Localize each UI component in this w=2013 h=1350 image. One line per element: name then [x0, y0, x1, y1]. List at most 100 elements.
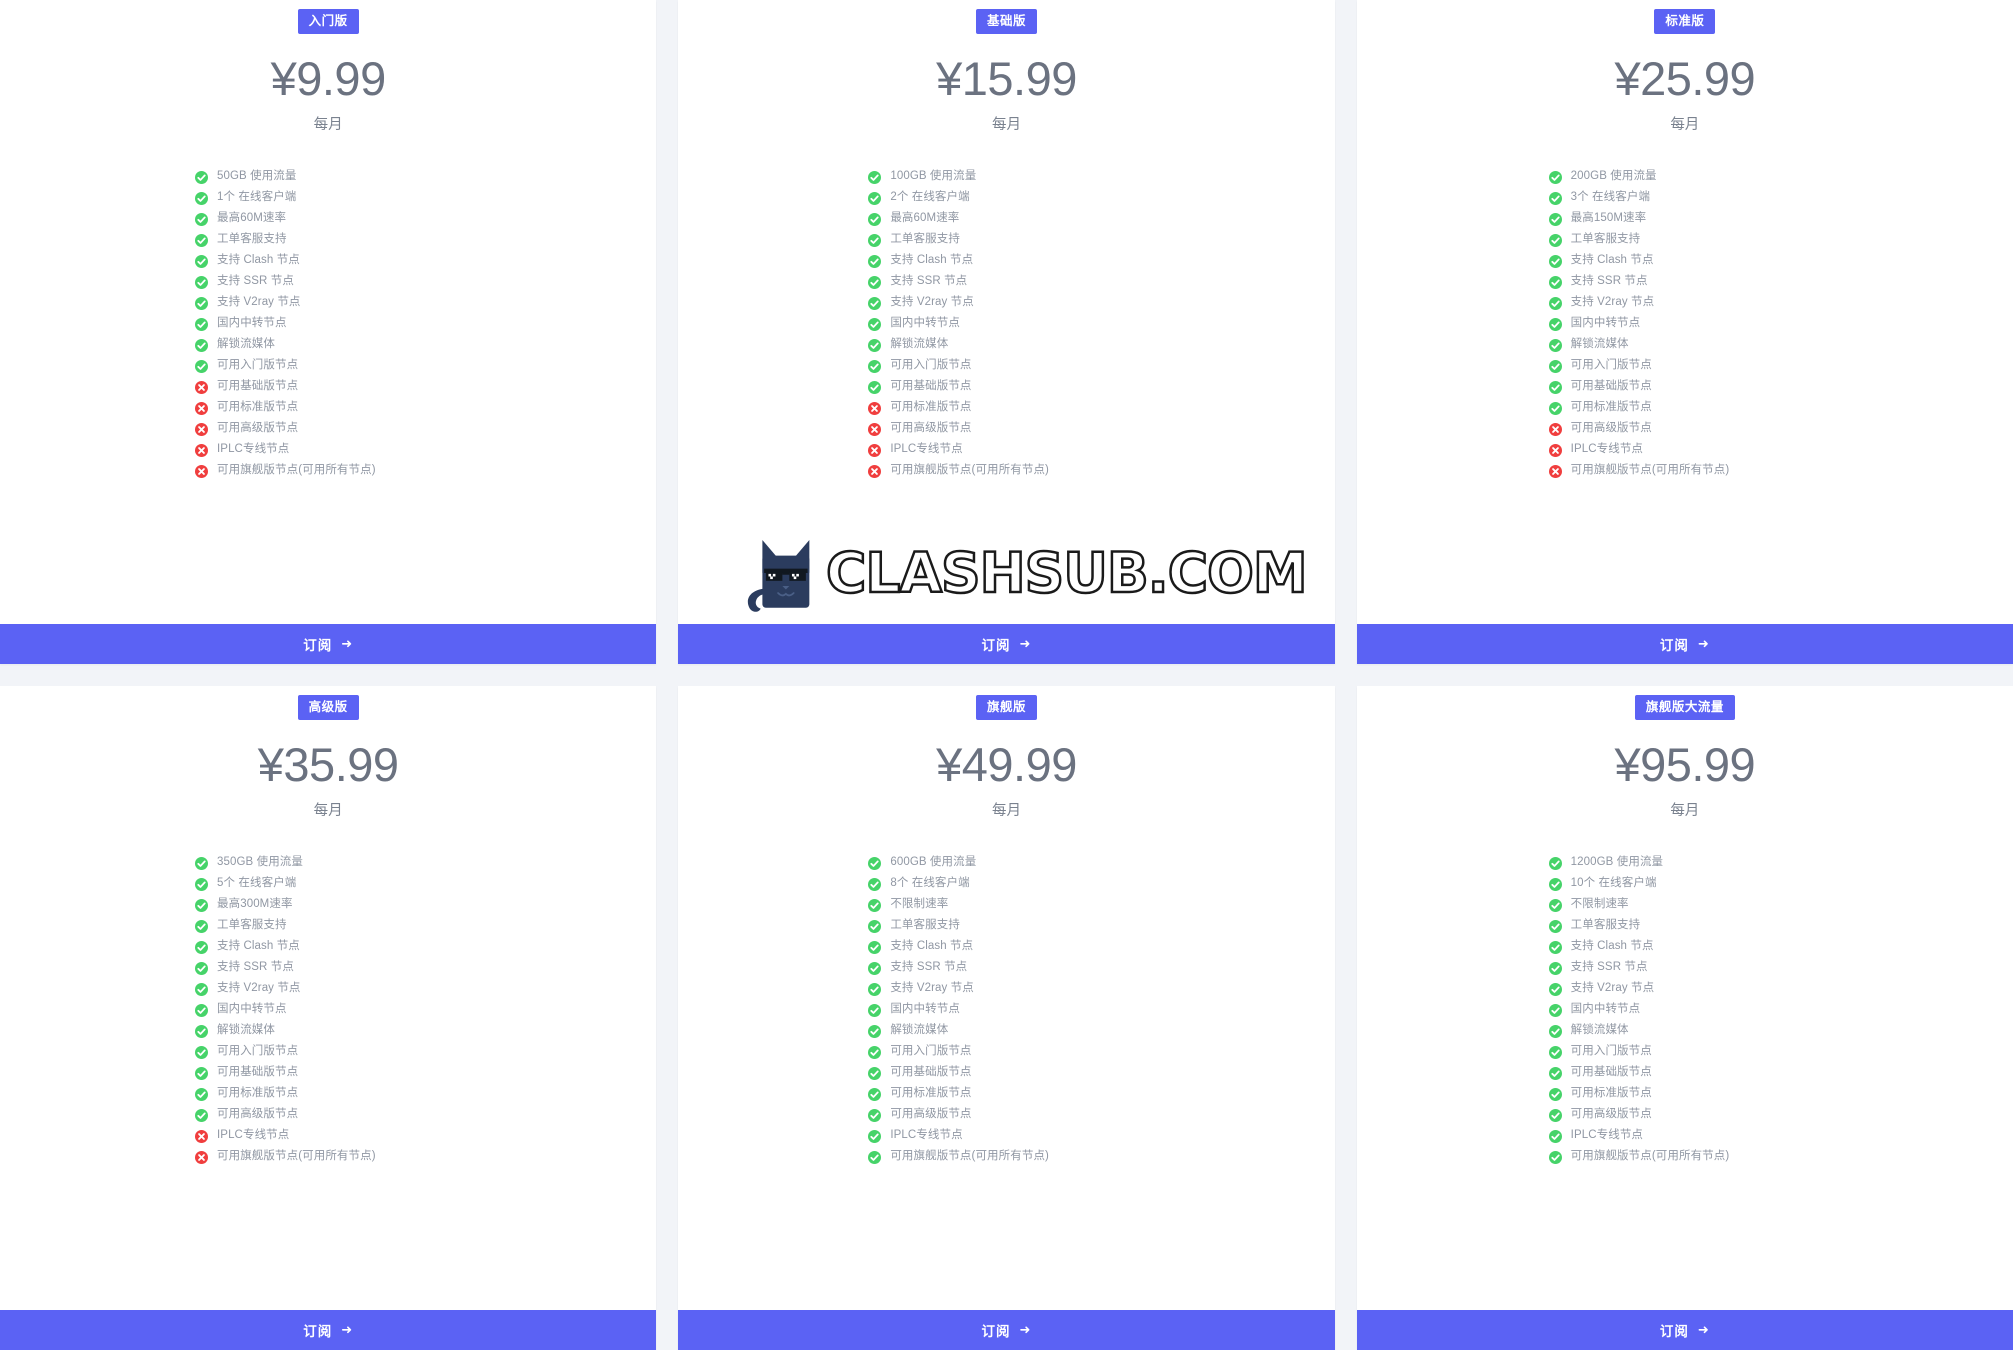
- plan-feature-list: 600GB 使用流量 8个 在线客户端 不限制速率 工单客服支持 支持 Clash 节点…: [678, 853, 1334, 1311]
- cross-circle-icon: [1548, 443, 1562, 457]
- check-circle-icon: [1548, 338, 1562, 352]
- check-circle-icon: [195, 1066, 208, 1080]
- feature-item: 解锁流媒体: [195, 335, 656, 356]
- feature-label: 解锁流媒体: [217, 1024, 275, 1037]
- cross-circle-icon: [195, 1150, 208, 1164]
- feature-label: 支持 SSR 节点: [1570, 961, 1648, 974]
- check-circle-icon: [195, 1045, 208, 1059]
- feature-label: 可用入门版节点: [890, 359, 972, 372]
- feature-item: 8个 在线客户端: [868, 874, 1334, 895]
- arrow-right-icon: ➜: [341, 1322, 354, 1337]
- feature-item: 工单客服支持: [868, 916, 1334, 937]
- check-circle-icon: [1548, 1045, 1562, 1059]
- pricing-card: 高级版 ¥35.99 每月 350GB 使用流量 5个 在线客户端 最高300M速率 工单客…: [0, 686, 657, 1350]
- feature-label: 3个 在线客户端: [1570, 191, 1651, 204]
- check-circle-icon: [1548, 296, 1562, 310]
- check-circle-icon: [1548, 380, 1562, 394]
- feature-label: 10个 在线客户端: [1570, 877, 1657, 890]
- feature-item: 国内中转节点: [195, 314, 656, 335]
- check-circle-icon: [1548, 1066, 1562, 1080]
- feature-item: 可用基础版节点: [868, 377, 1334, 398]
- feature-item: IPLC专线节点: [195, 1126, 656, 1147]
- feature-item: IPLC专线节点: [868, 1126, 1334, 1147]
- check-circle-icon: [195, 898, 208, 912]
- pricing-card: 基础版 ¥15.99 每月 100GB 使用流量 2个 在线客户端 最高60M速率 工单客服…: [678, 0, 1335, 664]
- feature-item: 50GB 使用流量: [195, 167, 656, 188]
- pricing-card: 入门版 ¥9.99 每月 50GB 使用流量 1个 在线客户端 最高60M速率 工单客服支持…: [0, 0, 657, 664]
- feature-label: 支持 V2ray 节点: [1570, 296, 1655, 309]
- feature-label: 可用旗舰版节点(可用所有节点): [890, 464, 1049, 477]
- feature-item: 不限制速率: [868, 895, 1334, 916]
- check-circle-icon: [1548, 1003, 1562, 1017]
- check-circle-icon: [1548, 919, 1562, 933]
- feature-item: 2个 在线客户端: [868, 188, 1334, 209]
- feature-item: 可用基础版节点: [195, 1063, 656, 1084]
- feature-item: 最高150M速率: [1548, 209, 2013, 230]
- check-circle-icon: [195, 317, 208, 331]
- check-circle-icon: [868, 359, 882, 373]
- feature-item: 可用入门版节点: [868, 1042, 1334, 1063]
- feature-item: 支持 SSR 节点: [1548, 272, 2013, 293]
- feature-label: 可用入门版节点: [1570, 359, 1652, 372]
- feature-label: 可用基础版节点: [217, 380, 299, 393]
- feature-label: 可用标准版节点: [1570, 1087, 1652, 1100]
- feature-label: IPLC专线节点: [1570, 443, 1644, 456]
- check-circle-icon: [868, 961, 882, 975]
- feature-label: 工单客服支持: [217, 233, 287, 246]
- subscribe-button[interactable]: 订阅 ➜: [678, 1310, 1335, 1350]
- feature-label: 可用旗舰版节点(可用所有节点): [1570, 464, 1730, 477]
- check-circle-icon: [195, 1108, 208, 1122]
- plan-period: 每月: [1670, 117, 1700, 133]
- plan-badge-row: 标准版: [1357, 0, 2013, 34]
- check-circle-icon: [1548, 1129, 1562, 1143]
- feature-label: 可用高级版节点: [890, 422, 972, 435]
- check-circle-icon: [1548, 856, 1562, 870]
- feature-label: IPLC专线节点: [217, 443, 290, 456]
- feature-item: 5个 在线客户端: [195, 874, 656, 895]
- feature-label: 支持 SSR 节点: [1570, 275, 1648, 288]
- feature-label: 最高60M速率: [890, 212, 960, 225]
- feature-item: 可用标准版节点: [1548, 398, 2013, 419]
- feature-label: 支持 SSR 节点: [890, 275, 968, 288]
- feature-item: 支持 Clash 节点: [1548, 251, 2013, 272]
- feature-label: 可用标准版节点: [890, 401, 972, 414]
- plan-badge: 旗舰版: [975, 695, 1037, 720]
- feature-label: 支持 V2ray 节点: [890, 982, 974, 995]
- feature-item: 解锁流媒体: [1548, 335, 2013, 356]
- pricing-card: 旗舰版 ¥49.99 每月 600GB 使用流量 8个 在线客户端 不限制速率 工单客服支持…: [678, 686, 1335, 1350]
- check-circle-icon: [868, 1150, 882, 1164]
- check-circle-icon: [868, 877, 882, 891]
- subscribe-label: 订阅: [303, 638, 333, 653]
- cross-circle-icon: [868, 464, 882, 478]
- feature-label: 可用入门版节点: [217, 1045, 299, 1058]
- feature-item: 可用高级版节点: [195, 419, 656, 440]
- feature-item: 可用旗舰版节点(可用所有节点): [868, 1147, 1334, 1168]
- feature-item: 可用入门版节点: [195, 356, 656, 377]
- subscribe-button[interactable]: 订阅 ➜: [678, 624, 1335, 664]
- feature-item: 可用基础版节点: [195, 377, 656, 398]
- check-circle-icon: [195, 1024, 208, 1038]
- feature-label: 1200GB 使用流量: [1570, 856, 1664, 869]
- subscribe-button[interactable]: 订阅 ➜: [0, 1310, 657, 1350]
- check-circle-icon: [195, 338, 208, 352]
- feature-item: 可用旗舰版节点(可用所有节点): [195, 1147, 656, 1168]
- feature-item: 可用高级版节点: [868, 1105, 1334, 1126]
- feature-item: 支持 Clash 节点: [195, 937, 656, 958]
- feature-label: 支持 Clash 节点: [217, 940, 300, 953]
- feature-item: 可用入门版节点: [868, 356, 1334, 377]
- subscribe-label: 订阅: [303, 1324, 333, 1339]
- feature-item: 工单客服支持: [868, 230, 1334, 251]
- subscribe-button[interactable]: 订阅 ➜: [1356, 1310, 2013, 1350]
- subscribe-button[interactable]: 订阅 ➜: [0, 624, 657, 664]
- arrow-right-icon: ➜: [1019, 1322, 1032, 1337]
- feature-item: 可用入门版节点: [1548, 356, 2013, 377]
- feature-item: 可用入门版节点: [1548, 1042, 2013, 1063]
- feature-item: 支持 V2ray 节点: [868, 979, 1334, 1000]
- feature-item: 支持 V2ray 节点: [195, 979, 656, 1000]
- plan-badge: 旗舰版大流量: [1634, 695, 1735, 720]
- feature-label: 可用标准版节点: [217, 1087, 299, 1100]
- feature-label: 工单客服支持: [1570, 233, 1641, 246]
- feature-item: IPLC专线节点: [1548, 1126, 2013, 1147]
- subscribe-button[interactable]: 订阅 ➜: [1356, 624, 2013, 664]
- pricing-plan-grid: 入门版 ¥9.99 每月 50GB 使用流量 1个 在线客户端 最高60M速率 工单客服支持…: [0, 0, 2013, 1350]
